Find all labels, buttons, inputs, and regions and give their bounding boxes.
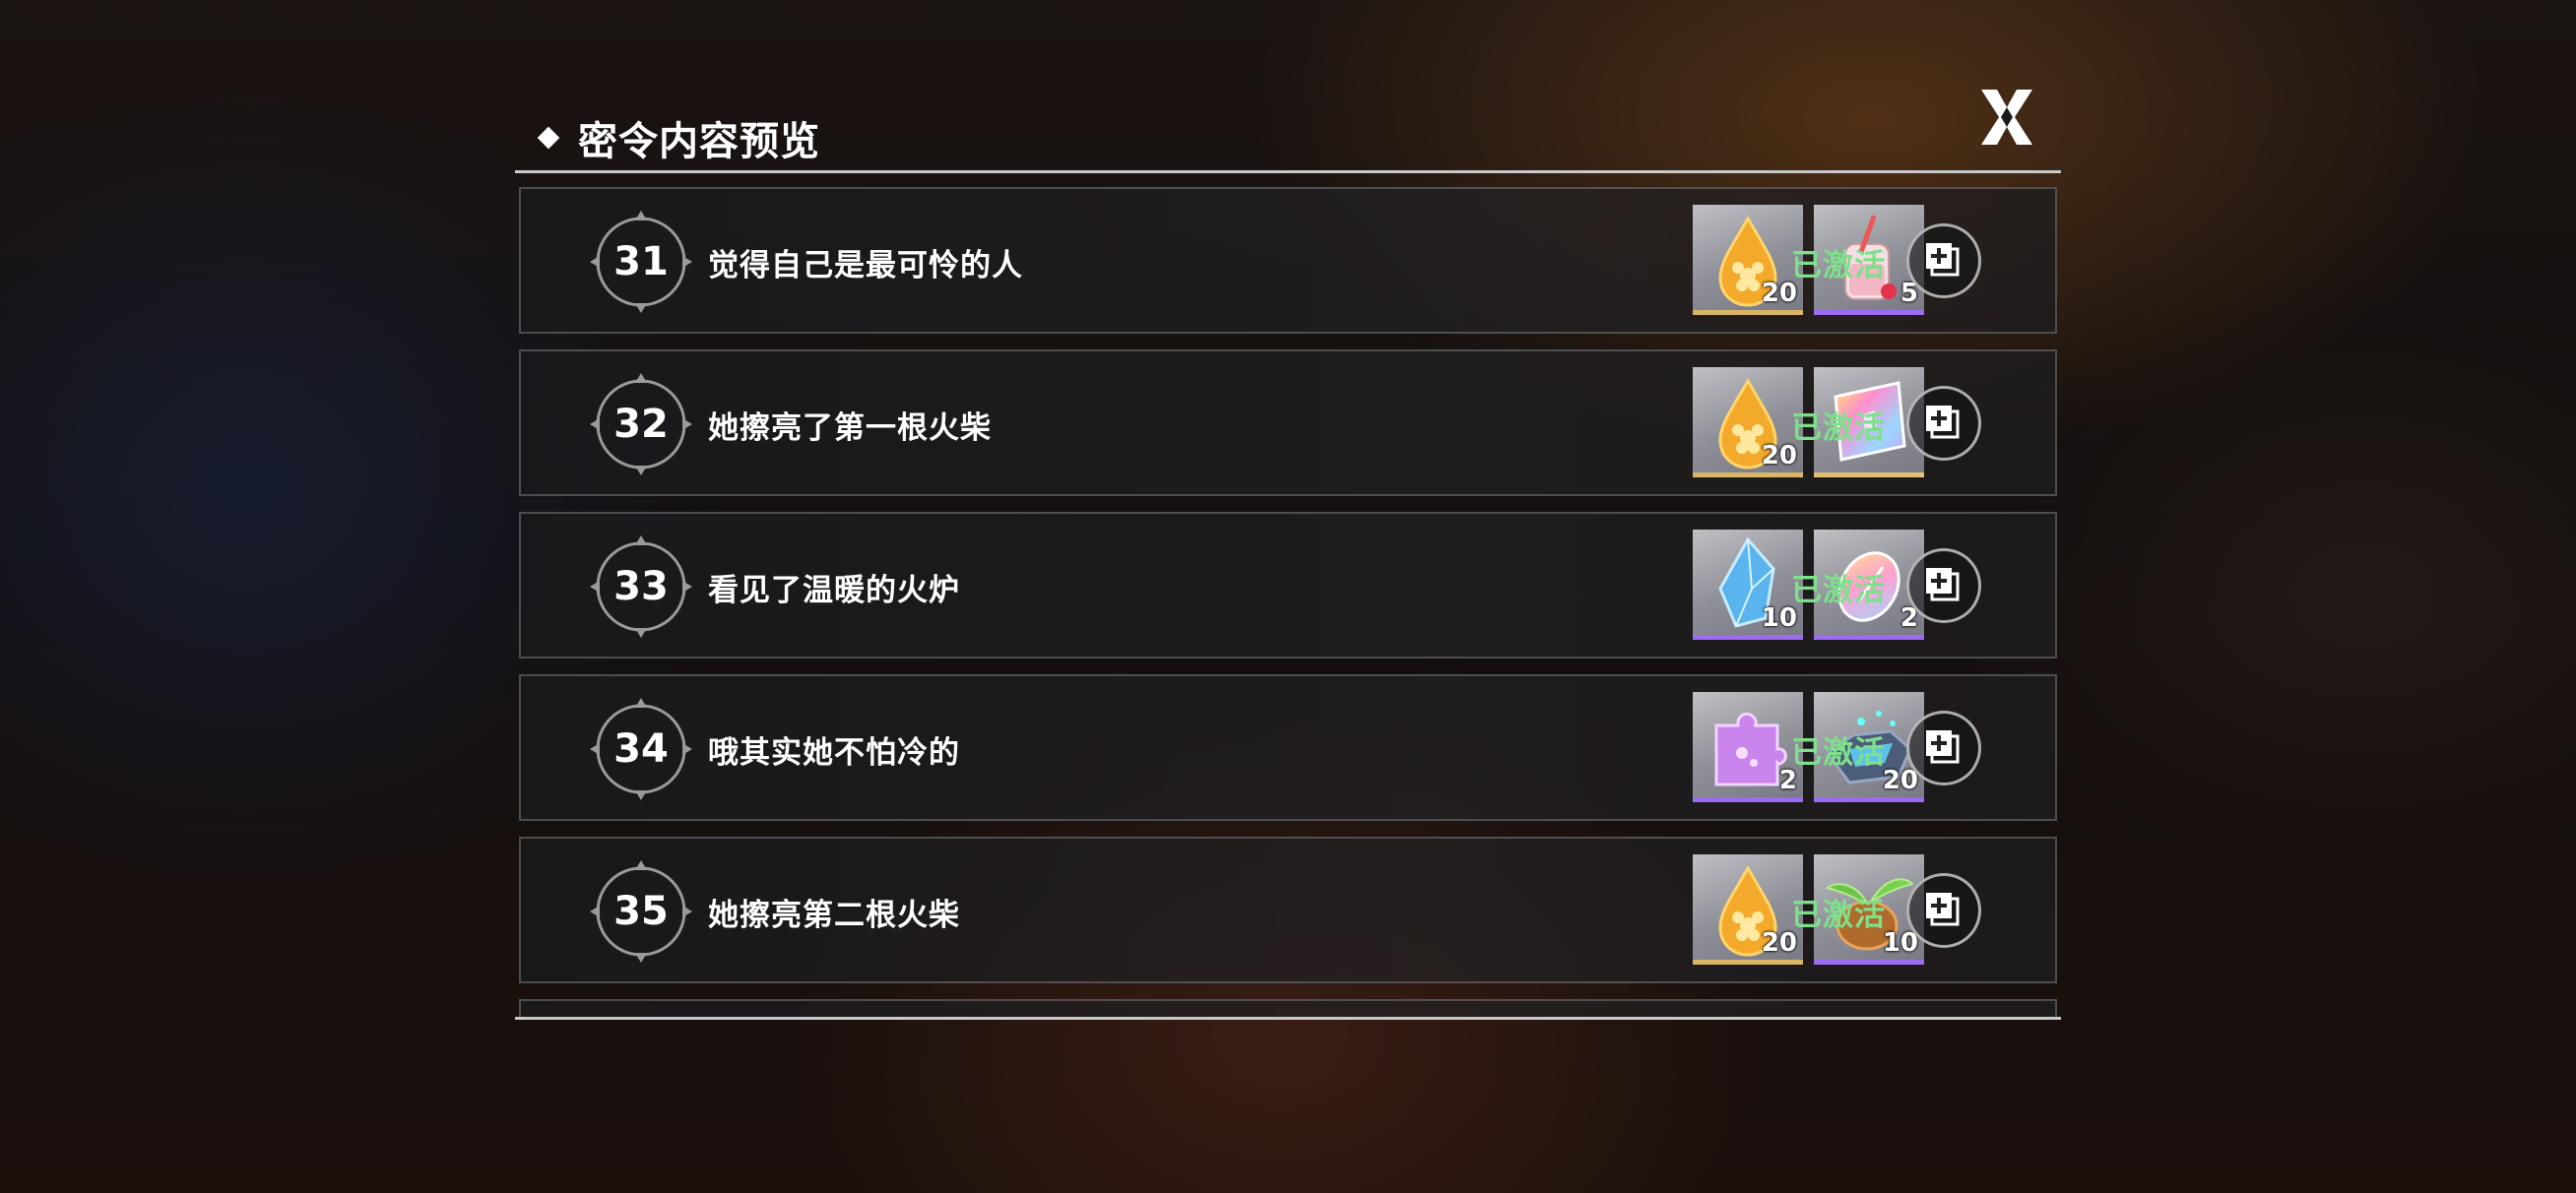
header-divider xyxy=(515,170,2061,173)
level-number: 32 xyxy=(613,402,669,447)
status-label: 已激活 xyxy=(1791,409,1886,446)
status-label: 已激活 xyxy=(1791,572,1886,608)
close-button[interactable] xyxy=(1972,83,2041,152)
footer-divider xyxy=(515,1017,2061,1020)
add-button[interactable] xyxy=(1906,223,1981,298)
reward-slot[interactable]: 10 xyxy=(1693,530,1803,640)
list-item: 32 她擦亮了第一根火柴 20 已激活 xyxy=(519,349,2057,496)
dialog-title: 密令内容预览 xyxy=(578,119,820,164)
diamond-bullet-icon xyxy=(537,126,560,150)
level-number: 35 xyxy=(613,889,669,934)
level-badge: 32 xyxy=(588,371,694,477)
level-badge: 35 xyxy=(588,858,694,965)
plus-stack-icon xyxy=(1926,730,1960,764)
reward-slot[interactable]: 2 xyxy=(1693,692,1803,802)
level-number: 31 xyxy=(613,239,669,284)
item-title: 觉得自己是最可怜的人 xyxy=(708,247,1023,283)
level-number: 33 xyxy=(613,564,669,609)
level-badge: 34 xyxy=(588,696,694,802)
list-item: 35 她擦亮第二根火柴 20 10 已激活 xyxy=(519,837,2057,983)
reward-slot[interactable]: 20 xyxy=(1693,367,1803,477)
plus-stack-icon xyxy=(1926,893,1960,926)
list-item-partial xyxy=(519,999,2057,1017)
status-label: 已激活 xyxy=(1791,247,1886,283)
add-button[interactable] xyxy=(1906,386,1981,461)
plus-stack-icon xyxy=(1926,243,1960,277)
add-button[interactable] xyxy=(1906,873,1981,948)
level-badge: 33 xyxy=(588,534,694,640)
item-title: 她擦亮第二根火柴 xyxy=(708,897,960,933)
status-label: 已激活 xyxy=(1791,734,1886,771)
list-item: 33 看见了温暖的火炉 10 2 已激活 xyxy=(519,512,2057,659)
status-label: 已激活 xyxy=(1791,897,1886,933)
level-badge: 31 xyxy=(588,209,694,315)
plus-stack-icon xyxy=(1926,406,1960,439)
reward-list: 31 觉得自己是最可怜的人 20 5 已激活 32 她擦亮了第一根火柴 20 已… xyxy=(519,187,2057,1017)
add-button[interactable] xyxy=(1906,548,1981,623)
list-item: 34 哦其实她不怕冷的 2 20 已激活 xyxy=(519,674,2057,821)
item-title: 看见了温暖的火炉 xyxy=(708,572,960,608)
preview-dialog: 密令内容预览 31 觉得自己是最可怜的人 20 5 已激活 32 她擦亮了第一根… xyxy=(515,0,2061,1193)
item-title: 哦其实她不怕冷的 xyxy=(708,734,960,771)
reward-slot[interactable]: 20 xyxy=(1693,205,1803,315)
plus-stack-icon xyxy=(1926,568,1960,601)
close-x-icon xyxy=(1981,90,2032,145)
dialog-header: 密令内容预览 xyxy=(535,108,820,167)
list-item: 31 觉得自己是最可怜的人 20 5 已激活 xyxy=(519,187,2057,334)
reward-slot[interactable]: 20 xyxy=(1693,854,1803,965)
item-title: 她擦亮了第一根火柴 xyxy=(708,409,992,446)
add-button[interactable] xyxy=(1906,711,1981,785)
level-number: 34 xyxy=(613,726,669,772)
